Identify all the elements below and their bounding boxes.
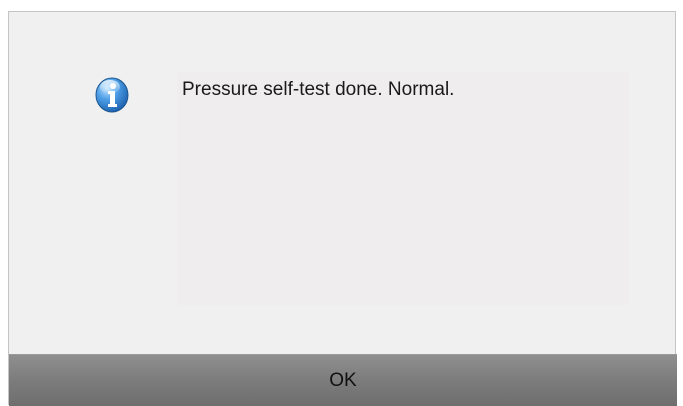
info-icon bbox=[94, 76, 130, 114]
message-text: Pressure self-test done. Normal. bbox=[182, 79, 455, 100]
ok-button[interactable]: OK bbox=[9, 354, 677, 406]
message-dialog: Pressure self-test done. Normal. OK bbox=[8, 11, 677, 406]
message-area bbox=[177, 72, 629, 305]
